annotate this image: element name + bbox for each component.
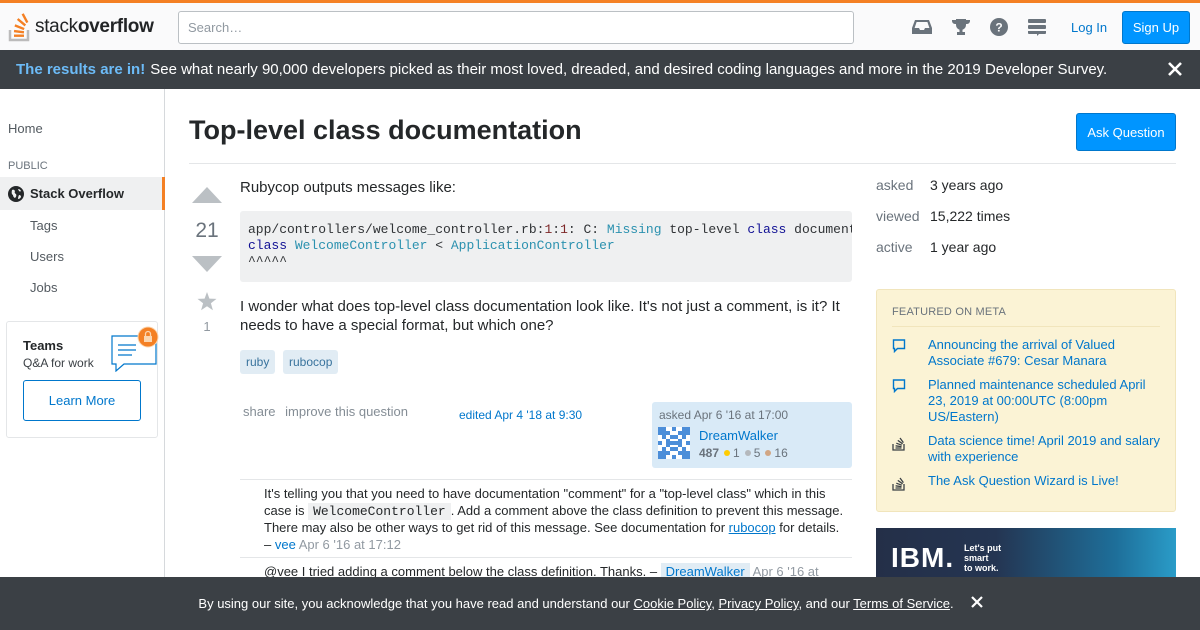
chat-bubble-icon — [892, 339, 906, 354]
search-input[interactable] — [178, 11, 854, 44]
owner-card: asked Apr 6 '16 at 17:00 DreamWalker 487… — [652, 402, 852, 468]
teams-illustration-icon — [111, 326, 159, 372]
meta-heading: FEATURED ON META — [892, 306, 1007, 318]
comment: It's telling you that you need to have d… — [240, 479, 852, 558]
terms-of-service-link[interactable]: Terms of Service — [853, 596, 950, 611]
ad-tagline: Let's put smart to work. — [964, 543, 1002, 573]
tag-rubocop[interactable]: rubocop — [283, 350, 339, 374]
globe-icon — [8, 185, 24, 202]
asked-label: asked — [876, 177, 914, 193]
banner-highlight-link[interactable]: The results are in! — [16, 61, 145, 78]
signup-button[interactable]: Sign Up — [1122, 11, 1190, 44]
survey-banner: The results are in! See what nearly 90,0… — [0, 50, 1200, 89]
nav-users[interactable]: Users — [30, 249, 64, 264]
upvote-arrow-icon[interactable] — [192, 187, 222, 203]
rubocop-doc-link[interactable]: rubocop — [729, 520, 776, 535]
silver-badge: 5 — [744, 446, 760, 460]
cookie-text: By using our site, you acknowledge that … — [198, 596, 954, 611]
bronze-badge: 16 — [765, 446, 788, 460]
teams-title: Teams — [23, 338, 64, 353]
comment-user-link[interactable]: vee — [275, 537, 296, 552]
inline-code: WelcomeController — [308, 502, 451, 520]
left-sidebar: Home PUBLIC Stack Overflow Tags Users Jo… — [0, 89, 165, 630]
post-menu: share improve this question — [243, 404, 414, 419]
stack-overflow-icon — [892, 477, 905, 491]
favorite-count: 1 — [203, 319, 211, 334]
meta-item[interactable]: Announcing the arrival of Valued Associa… — [892, 337, 1160, 369]
site-logo[interactable]: stackoverflow — [8, 11, 154, 43]
meta-item[interactable]: The Ask Question Wizard is Live! — [892, 473, 1160, 494]
cookie-notice: By using our site, you acknowledge that … — [0, 577, 1200, 630]
trophy-icon[interactable] — [950, 16, 972, 38]
question-title[interactable]: Top-level class documentation — [189, 115, 582, 146]
nav-tags[interactable]: Tags — [30, 218, 57, 233]
question-intro: Rubycop outputs messages like: — [240, 179, 456, 196]
ask-question-button[interactable]: Ask Question — [1076, 113, 1176, 151]
svg-text:?: ? — [995, 21, 1002, 35]
meta-divider — [892, 326, 1160, 327]
top-bar: stackoverflow ? Log In Sign Up — [0, 0, 1200, 50]
stack-overflow-logo-icon — [8, 13, 30, 42]
reputation-score: 487 — [699, 446, 720, 460]
featured-on-meta: FEATURED ON META Announcing the arrival … — [876, 289, 1176, 512]
cookie-policy-link[interactable]: Cookie Policy — [633, 596, 711, 611]
question-body-line-1: I wonder what does top-level class docum… — [240, 298, 840, 315]
teams-promo: Teams Q&A for work Learn More — [6, 321, 159, 438]
favorite-star-icon[interactable] — [197, 292, 217, 311]
site-switcher-icon[interactable] — [1026, 16, 1048, 38]
chat-bubble-icon — [892, 379, 906, 394]
edited-link[interactable]: edited Apr 4 '18 at 9:30 — [459, 408, 582, 422]
title-divider — [189, 163, 1176, 164]
meta-item[interactable]: Planned maintenance scheduled April 23, … — [892, 377, 1160, 425]
question-body-line-2: needs to have a special format, but whic… — [240, 317, 554, 334]
close-icon[interactable] — [970, 595, 984, 609]
learn-more-button[interactable]: Learn More — [23, 380, 141, 421]
banner-text: See what nearly 90,000 developers picked… — [150, 61, 1108, 78]
comment-text: It's telling you that you need to have d… — [264, 486, 844, 552]
stack-overflow-icon — [892, 437, 905, 451]
share-link[interactable]: share — [243, 404, 276, 419]
improve-question-link[interactable]: improve this question — [285, 404, 408, 419]
nav-jobs[interactable]: Jobs — [30, 280, 57, 295]
downvote-arrow-icon[interactable] — [192, 256, 222, 272]
viewed-label: viewed — [876, 208, 920, 224]
asked-value: 3 years ago — [930, 177, 1004, 193]
active-label: active — [876, 239, 913, 255]
login-link[interactable]: Log In — [1063, 11, 1115, 44]
owner-reputation: 487 1 5 16 — [699, 446, 793, 460]
vote-count: 21 — [195, 219, 219, 242]
nav-stack-overflow-label: Stack Overflow — [30, 186, 124, 201]
privacy-policy-link[interactable]: Privacy Policy — [719, 596, 799, 611]
help-icon[interactable]: ? — [988, 16, 1010, 38]
teams-subtitle: Q&A for work — [23, 356, 94, 370]
asked-timestamp: asked Apr 6 '16 at 17:00 — [659, 408, 789, 422]
logo-wordmark: stackoverflow — [35, 16, 154, 37]
ibm-logo: IBM. — [891, 542, 955, 573]
owner-name-link[interactable]: DreamWalker — [699, 428, 778, 443]
close-icon[interactable] — [1166, 60, 1184, 78]
nav-stack-overflow[interactable]: Stack Overflow — [0, 177, 165, 210]
nav-section-public: PUBLIC — [8, 160, 48, 172]
meta-item[interactable]: Data science time! April 2019 and salary… — [892, 433, 1160, 465]
inbox-icon[interactable] — [911, 16, 933, 38]
comment-date: Apr 6 '16 at 17:12 — [298, 536, 401, 552]
code-block: app/controllers/welcome_controller.rb:1:… — [240, 211, 852, 282]
avatar[interactable] — [658, 427, 690, 459]
nav-home[interactable]: Home — [8, 121, 43, 136]
gold-badge: 1 — [724, 446, 740, 460]
viewed-value: 15,222 times — [930, 208, 1011, 224]
tag-ruby[interactable]: ruby — [240, 350, 276, 374]
active-value[interactable]: 1 year ago — [930, 239, 996, 255]
